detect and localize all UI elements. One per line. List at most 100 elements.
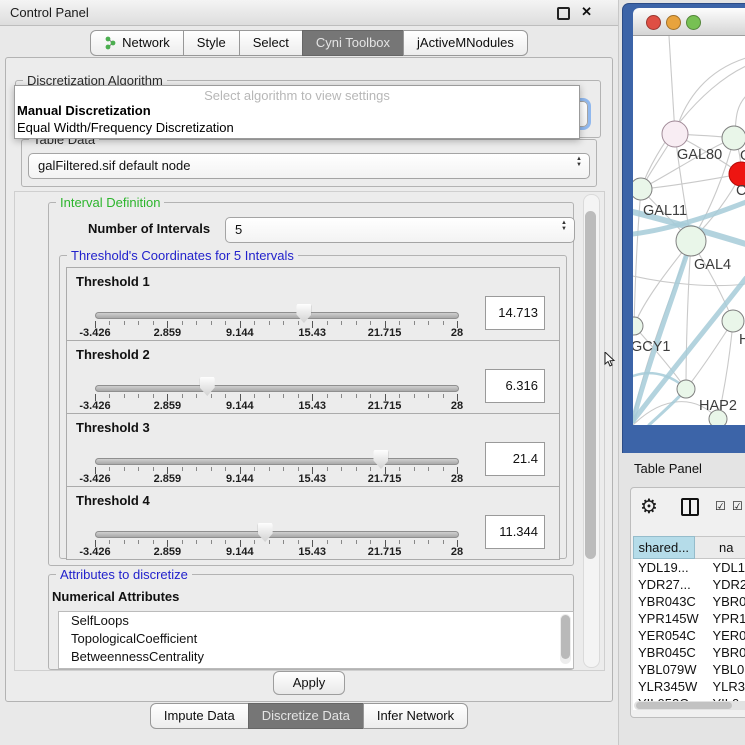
threshold-value-field[interactable]: 21.4 (485, 442, 545, 476)
close-icon[interactable]: ✕ (581, 4, 592, 20)
screen: Control Panel ✕ NetworkStyle Select Cyni T… (0, 0, 745, 745)
control-panel-titlebar: Control Panel ✕ (0, 0, 618, 26)
gear-icon[interactable]: ⚙ (640, 494, 658, 519)
network-node-label: GCY1 (633, 339, 671, 355)
network-node-label: H (739, 332, 745, 348)
tab-impute-data[interactable]: Impute Data (150, 703, 249, 729)
threshold-value-field[interactable]: 11.344 (485, 515, 545, 549)
stepper-icon: ▲▼ (561, 220, 567, 232)
threshold-panel-2: Threshold 2 -3.4262.8599.14415.4321.71528… (66, 340, 560, 414)
table-row[interactable]: YPR145WYPR1 (633, 610, 745, 627)
thresholds-group-title: Threshold's Coordinates for 5 Intervals (67, 248, 298, 263)
interval-definition-title: Interval Definition (56, 195, 164, 210)
slider-tick-labels: -3.4262.8599.14415.4321.71528 (95, 400, 457, 412)
threshold-value-field[interactable]: 6.316 (485, 369, 545, 403)
close-traffic-light[interactable] (646, 15, 661, 30)
algorithm-option-manual[interactable]: Manual Discretization (17, 103, 151, 118)
checkbox-icon[interactable]: ☑ (732, 499, 743, 513)
window-title: Control Panel (10, 5, 89, 20)
threshold-panel-4: Threshold 4 -3.4262.8599.14415.4321.71528… (66, 486, 560, 560)
threshold-value-field[interactable]: 14.713 (485, 296, 545, 330)
attribute-item-betweennesscentrality[interactable]: BetweennessCentrality (59, 648, 573, 666)
numerical-attributes-label: Numerical Attributes (52, 589, 179, 604)
table-rows: YDL19...YDL1YDR27...YDR2YBR043CYBR0YPR14… (633, 559, 745, 710)
network-canvas[interactable]: GAL80GACGAL11GAL4GCY1HHAP2 (633, 36, 745, 425)
tab-infer-network[interactable]: Infer Network (363, 703, 468, 729)
threshold-slider-track[interactable] (95, 458, 459, 465)
tab-network[interactable]: Network (90, 30, 184, 56)
zoom-traffic-light[interactable] (686, 15, 701, 30)
tab-label: Discretize Data (262, 708, 350, 723)
control-panel-window: Control Panel ✕ NetworkStyle Select Cyni T… (0, 0, 619, 745)
algorithm-option-equal-width[interactable]: Equal Width/Frequency Discretization (17, 120, 234, 135)
table-row[interactable]: YBL079WYBL0 (633, 661, 745, 678)
network-node[interactable] (709, 410, 727, 425)
cell-name: YPR1 (706, 610, 745, 627)
threshold-slider-track[interactable] (95, 531, 459, 538)
attribute-item-selfloops[interactable]: SelfLoops (59, 612, 573, 630)
table-row[interactable]: YER054CYER0 (633, 627, 745, 644)
cell-name: YBL0 (706, 661, 745, 678)
thresholds-group: Threshold's Coordinates for 5 Intervals … (59, 255, 567, 559)
attribute-item-topologicalcoefficient[interactable]: TopologicalCoefficient (59, 630, 573, 648)
tab-jactivemnodules[interactable]: jActiveMNodules (403, 30, 528, 56)
attributes-group: Attributes to discretize Numerical Attri… (48, 574, 574, 670)
cell-shared-name: YBR043C (633, 593, 706, 610)
float-window-icon[interactable] (557, 7, 570, 20)
tab-discretize-data[interactable]: Discretize Data (248, 703, 364, 729)
network-node-ga[interactable] (722, 126, 745, 150)
bottom-tab-bar: Impute Data Discretize Data Infer Network (0, 703, 618, 729)
network-node-gal11[interactable] (633, 178, 652, 200)
tab-cyni-toolbox[interactable]: Cyni Toolbox (302, 30, 404, 56)
numerical-attributes-list[interactable]: SelfLoopsTopologicalCoefficientBetweenne… (58, 611, 574, 669)
cell-name: YBR0 (706, 593, 745, 610)
tab-label: Select (253, 35, 289, 50)
table-panel: ⚙ ☑ ☑ shared... na YDL19...YDL1YDR27...Y… (630, 487, 745, 718)
table-horizontal-scrollbar[interactable] (634, 701, 745, 710)
cell-name: YDR2 (706, 576, 745, 593)
network-node-hap2[interactable] (677, 380, 695, 398)
network-icon (104, 36, 117, 50)
threshold-label: Threshold 2 (76, 347, 150, 362)
checkbox-icon[interactable]: ☑ (715, 499, 726, 513)
stepper-icon: ▲▼ (576, 156, 582, 168)
table-row[interactable]: YDR27...YDR2 (633, 576, 745, 593)
interval-definition-group: Interval Definition Number of Intervals … (48, 202, 574, 566)
tab-label: jActiveMNodules (417, 35, 514, 50)
number-of-intervals-combo[interactable]: 5 ▲▼ (225, 217, 575, 243)
columns-icon[interactable] (681, 498, 699, 516)
slider-tick-labels: -3.4262.8599.14415.4321.71528 (95, 546, 457, 558)
network-node-label: GAL11 (643, 203, 687, 219)
number-of-intervals-value: 5 (235, 222, 242, 237)
minimize-traffic-light[interactable] (666, 15, 681, 30)
network-node-gcy1[interactable] (633, 317, 643, 335)
network-node-label: GAL80 (677, 147, 722, 163)
column-header-shared-name[interactable]: shared... (633, 536, 695, 559)
cell-shared-name: YBL079W (633, 661, 706, 678)
cell-name: YER0 (706, 627, 745, 644)
attributes-group-title: Attributes to discretize (56, 567, 192, 582)
tab-label: Impute Data (164, 708, 235, 723)
table-row[interactable]: YLR345WYLR3 (633, 678, 745, 695)
table-row[interactable]: YBR043CYBR0 (633, 593, 745, 610)
cell-shared-name: YLR345W (633, 678, 706, 695)
apply-button[interactable]: Apply (273, 671, 345, 695)
network-node-gal4[interactable] (676, 226, 706, 256)
table-row[interactable]: YDL19...YDL1 (633, 559, 745, 576)
threshold-label: Threshold 4 (76, 493, 150, 508)
network-node-h[interactable] (722, 310, 744, 332)
threshold-slider-track[interactable] (95, 312, 459, 319)
threshold-slider-track[interactable] (95, 385, 459, 392)
table-data-combo-value: galFiltered.sif default node (38, 158, 190, 173)
table-data-combo[interactable]: galFiltered.sif default node ▲▼ (28, 153, 590, 179)
threshold-label: Threshold 3 (76, 420, 150, 435)
column-header-name[interactable]: na (695, 536, 745, 559)
table-row[interactable]: YBR045CYBR0 (633, 644, 745, 661)
attributes-scrollbar[interactable] (560, 614, 571, 664)
settings-vertical-scrollbar[interactable] (583, 194, 600, 668)
network-node-gal80[interactable] (662, 121, 688, 147)
tab-select[interactable]: Select (239, 30, 303, 56)
cell-name: YDL1 (706, 559, 745, 576)
slider-tick-labels: -3.4262.8599.14415.4321.71528 (95, 327, 457, 339)
tab-style[interactable]: Style (183, 30, 240, 56)
